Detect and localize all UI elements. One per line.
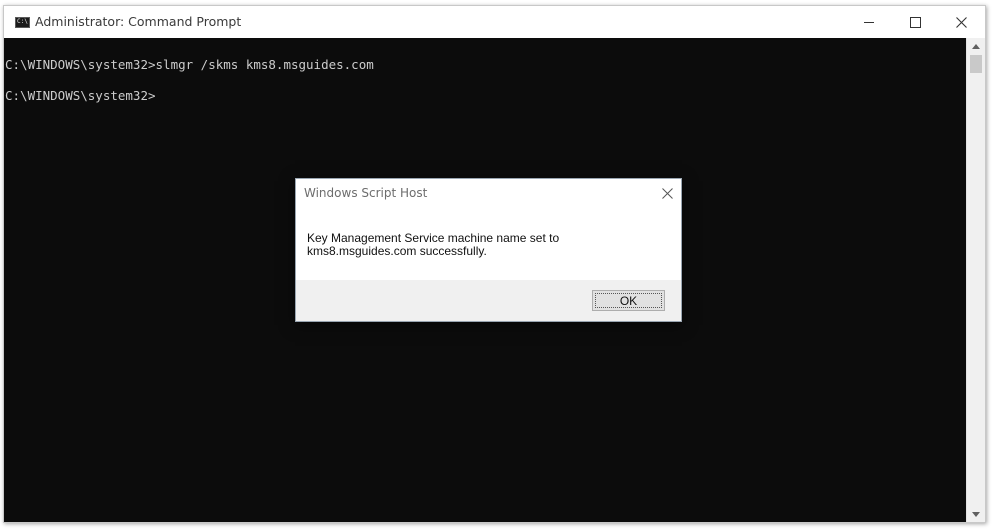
scroll-up-icon <box>972 43 980 49</box>
close-icon <box>955 16 967 28</box>
close-button[interactable] <box>938 6 984 38</box>
vertical-scrollbar[interactable] <box>966 38 985 522</box>
close-icon <box>661 187 673 199</box>
scroll-down-icon <box>972 511 980 517</box>
scroll-up-button[interactable] <box>967 38 985 54</box>
title-bar[interactable]: C:\ Administrator: Command Prompt <box>4 6 985 38</box>
maximize-button[interactable] <box>892 6 938 38</box>
minimize-icon <box>864 21 874 23</box>
windows-script-host-dialog: Windows Script Host Key Management Servi… <box>295 178 682 322</box>
maximize-icon <box>909 16 921 28</box>
ok-button[interactable]: OK <box>592 290 665 311</box>
console-line-prompt: C:\WINDOWS\system32> <box>5 88 156 103</box>
minimize-button[interactable] <box>846 6 892 38</box>
dialog-close-button[interactable] <box>657 184 677 202</box>
dialog-title: Windows Script Host <box>304 186 428 200</box>
app-icon-text: C:\ <box>17 18 28 25</box>
dialog-message: Key Management Service machine name set … <box>307 231 560 258</box>
command-prompt-icon: C:\ <box>15 17 30 28</box>
scroll-down-button[interactable] <box>967 506 985 522</box>
console-line-command: C:\WINDOWS\system32>slmgr /skms kms8.msg… <box>5 57 374 72</box>
window-title: Administrator: Command Prompt <box>35 14 242 29</box>
scroll-thumb[interactable] <box>970 55 982 73</box>
dialog-footer: OK <box>296 280 681 321</box>
